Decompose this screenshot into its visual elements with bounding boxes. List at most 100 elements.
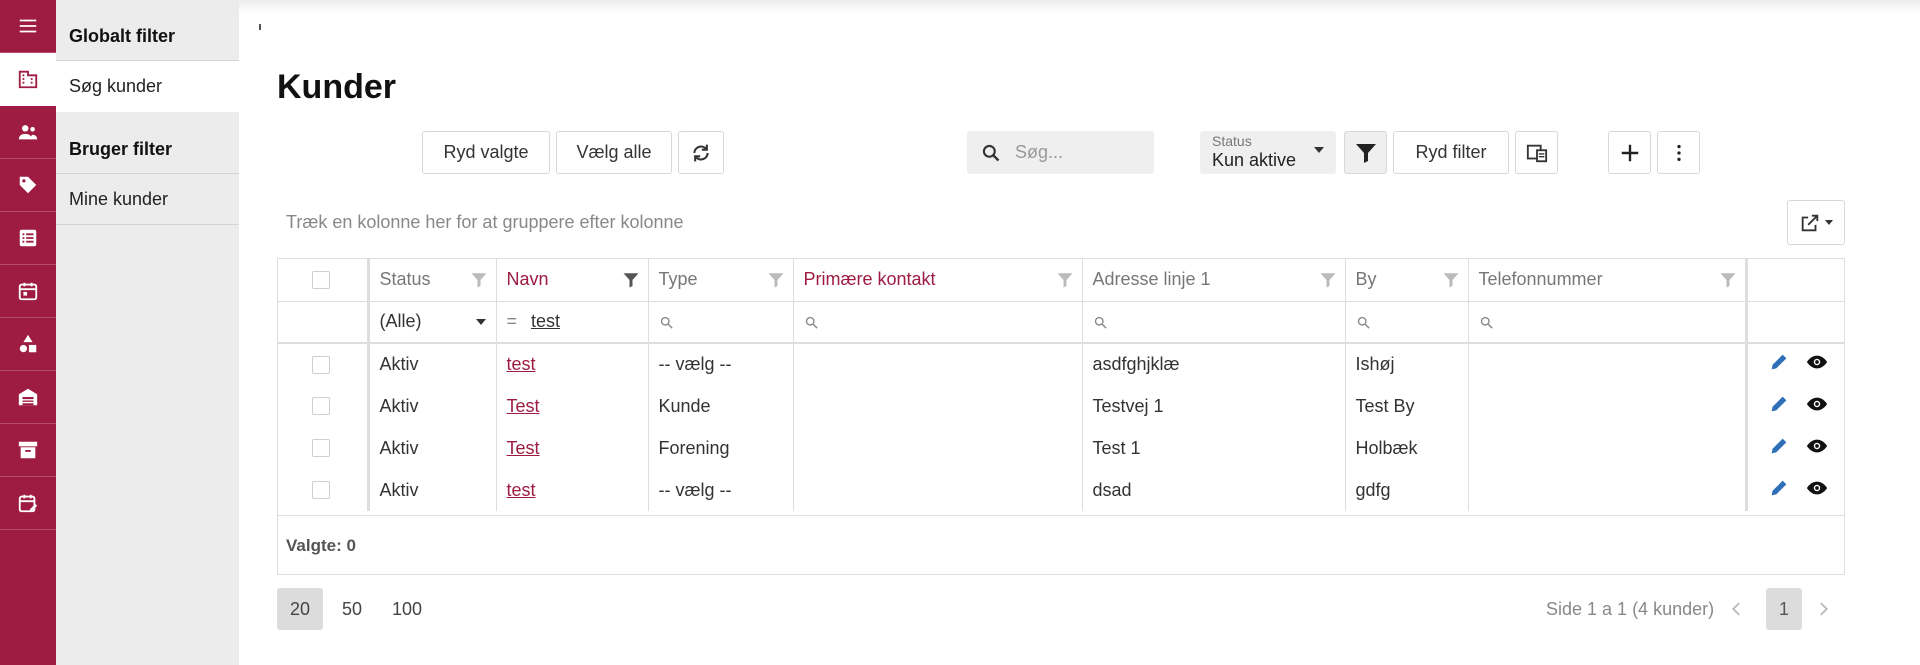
edit-pencil-icon[interactable] (1768, 435, 1790, 457)
eye-icon[interactable] (1806, 435, 1828, 457)
page-size-100[interactable]: 100 (383, 588, 431, 630)
filter-toggle-button[interactable] (1344, 131, 1387, 174)
calendar-icon (18, 282, 38, 301)
customer-name-link[interactable]: Test (507, 396, 540, 416)
cell-actions (1744, 427, 1844, 469)
row-select-cell[interactable] (278, 469, 370, 511)
city-filter-input[interactable] (1345, 301, 1469, 344)
nav-calendar-edit[interactable] (0, 477, 56, 530)
nav-contacts[interactable] (0, 106, 56, 159)
table-row[interactable]: Aktiv test -- vælg -- asdfghjklæ Ishøj (278, 343, 1844, 385)
column-filter-active-icon[interactable] (622, 271, 640, 289)
page-size-50[interactable]: 50 (333, 588, 371, 630)
row-select-cell[interactable] (278, 343, 370, 385)
breadcrumb-mark (259, 24, 261, 30)
cell-type: -- vælg -- (648, 343, 794, 385)
phone-filter-input[interactable] (1468, 301, 1747, 344)
shapes-icon (19, 334, 37, 353)
select-all-cell[interactable] (278, 259, 370, 302)
clear-filter-button[interactable]: Ryd filter (1393, 131, 1509, 174)
customer-name-link[interactable]: test (507, 480, 536, 500)
cell-phone (1468, 469, 1747, 511)
address-filter-input[interactable] (1082, 301, 1346, 344)
cell-type: Forening (648, 427, 794, 469)
select-all-button[interactable]: Vælg alle (556, 131, 672, 174)
row-checkbox[interactable] (312, 355, 330, 374)
type-filter-input[interactable] (648, 301, 794, 344)
user-filter-heading: Bruger filter (56, 112, 239, 174)
cell-contact (793, 427, 1083, 469)
add-customer-button[interactable] (1608, 131, 1651, 174)
equals-operator-icon[interactable]: = (507, 311, 518, 332)
column-header-phone[interactable]: Telefonnummer (1468, 259, 1747, 302)
column-filter-icon[interactable] (1056, 271, 1074, 289)
cell-status: Aktiv (368, 469, 497, 511)
name-filter-input[interactable]: = test (496, 301, 649, 344)
row-checkbox[interactable] (312, 397, 330, 415)
refresh-button[interactable] (678, 131, 724, 174)
clear-selected-button[interactable]: Ryd valgte (422, 131, 550, 174)
select-all-checkbox[interactable] (312, 270, 330, 289)
status-select[interactable]: Status Kun aktive (1200, 131, 1336, 174)
nav-customers[interactable] (0, 53, 56, 106)
eye-icon[interactable] (1806, 393, 1828, 415)
table-row[interactable]: Aktiv Test Forening Test 1 Holbæk (278, 427, 1844, 469)
column-header-status[interactable]: Status (368, 259, 497, 302)
page-size-20[interactable]: 20 (277, 588, 323, 630)
column-filter-icon[interactable] (470, 271, 488, 289)
page-number-current[interactable]: 1 (1766, 588, 1802, 630)
column-header-address[interactable]: Adresse linje 1 (1082, 259, 1346, 302)
row-checkbox[interactable] (312, 481, 330, 499)
search-input[interactable] (1015, 142, 1135, 163)
row-select-cell[interactable] (278, 427, 370, 469)
row-checkbox[interactable] (312, 439, 330, 457)
column-header-type[interactable]: Type (648, 259, 794, 302)
nav-calendar[interactable] (0, 265, 56, 318)
status-filter-select[interactable]: (Alle) (368, 301, 497, 344)
contact-filter-input[interactable] (793, 301, 1083, 344)
filter-row: (Alle) = test (278, 301, 1844, 344)
column-filter-icon[interactable] (1319, 271, 1337, 289)
nav-shapes[interactable] (0, 318, 56, 371)
edit-pencil-icon[interactable] (1768, 351, 1790, 373)
cell-contact (793, 385, 1083, 427)
caret-down-icon (475, 318, 486, 325)
hamburger-icon (19, 19, 37, 33)
cell-actions (1744, 469, 1844, 511)
nav-list[interactable] (0, 212, 56, 265)
table-row[interactable]: Aktiv Test Kunde Testvej 1 Test By (278, 385, 1844, 427)
filter-my-customers[interactable]: Mine kunder (56, 174, 239, 225)
prev-page-button[interactable] (1722, 594, 1752, 624)
column-filter-icon[interactable] (1719, 271, 1737, 289)
edit-pencil-icon[interactable] (1768, 477, 1790, 499)
group-panel-hint[interactable]: Træk en kolonne her for at gruppere efte… (286, 212, 684, 233)
nav-tags[interactable] (0, 159, 56, 212)
row-select-cell[interactable] (278, 385, 370, 427)
column-header-name[interactable]: Navn (496, 259, 649, 302)
customer-name-link[interactable]: test (507, 354, 536, 374)
nav-warehouse[interactable] (0, 371, 56, 424)
search-box[interactable] (967, 131, 1154, 174)
filter-search-customers[interactable]: Søg kunder (56, 61, 239, 112)
customer-name-link[interactable]: Test (507, 438, 540, 458)
export-button[interactable] (1787, 200, 1845, 245)
more-options-button[interactable] (1657, 131, 1700, 174)
menu-toggle-button[interactable] (0, 0, 56, 53)
nav-archive[interactable] (0, 424, 56, 477)
eye-icon[interactable] (1806, 477, 1828, 499)
next-page-button[interactable] (1808, 594, 1838, 624)
column-chooser-button[interactable] (1515, 131, 1558, 174)
eye-icon[interactable] (1806, 351, 1828, 373)
column-filter-icon[interactable] (1442, 271, 1460, 289)
column-header-primary-contact[interactable]: Primære kontakt (793, 259, 1083, 302)
cell-contact (793, 343, 1083, 385)
table-row[interactable]: Aktiv test -- vælg -- dsad gdfg (278, 469, 1844, 511)
cell-city: Test By (1345, 385, 1469, 427)
column-header-city[interactable]: By (1345, 259, 1469, 302)
edit-pencil-icon[interactable] (1768, 393, 1790, 415)
people-icon (18, 125, 38, 140)
status-select-value: Kun aktive (1212, 150, 1297, 170)
warehouse-icon (18, 388, 38, 406)
column-filter-icon[interactable] (767, 271, 785, 289)
column-chooser-icon (1526, 144, 1547, 162)
